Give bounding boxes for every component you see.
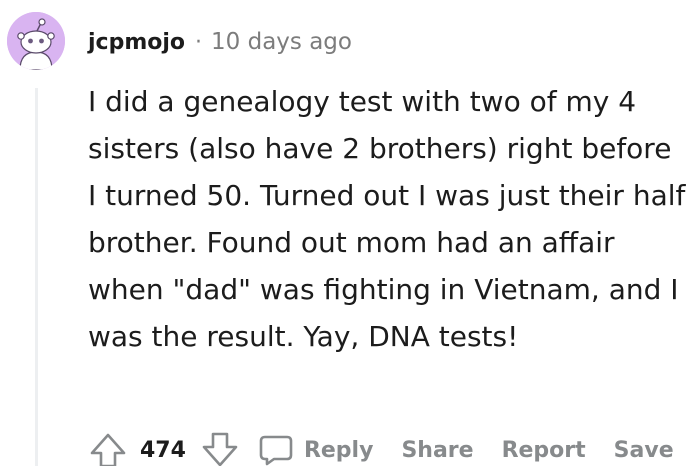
user-avatar[interactable] bbox=[7, 12, 65, 70]
thread-line[interactable] bbox=[35, 88, 38, 466]
upvote-arrow-icon bbox=[90, 433, 126, 466]
comment-body: I did a genealogy test with two of my 4 … bbox=[88, 85, 686, 353]
username-link[interactable]: jcpmojo bbox=[88, 30, 185, 55]
report-button[interactable]: Report bbox=[502, 438, 586, 463]
downvote-arrow-icon bbox=[202, 432, 238, 466]
upvote-button[interactable] bbox=[88, 432, 128, 466]
comment-actions: 474 Reply Share Report Save bbox=[88, 430, 674, 466]
comment-timestamp[interactable]: 10 days ago bbox=[211, 29, 352, 55]
downvote-button[interactable] bbox=[200, 432, 240, 466]
snoo-avatar-icon bbox=[7, 12, 65, 70]
comment-header: jcpmojo · 10 days ago bbox=[88, 26, 352, 58]
vote-score: 474 bbox=[140, 437, 186, 463]
save-button[interactable]: Save bbox=[614, 438, 674, 463]
meta-separator: · bbox=[195, 29, 203, 55]
comment-bubble-icon bbox=[259, 435, 293, 466]
reply-label: Reply bbox=[303, 437, 374, 463]
share-button[interactable]: Share bbox=[401, 438, 473, 463]
reply-button[interactable]: Reply bbox=[258, 434, 374, 466]
